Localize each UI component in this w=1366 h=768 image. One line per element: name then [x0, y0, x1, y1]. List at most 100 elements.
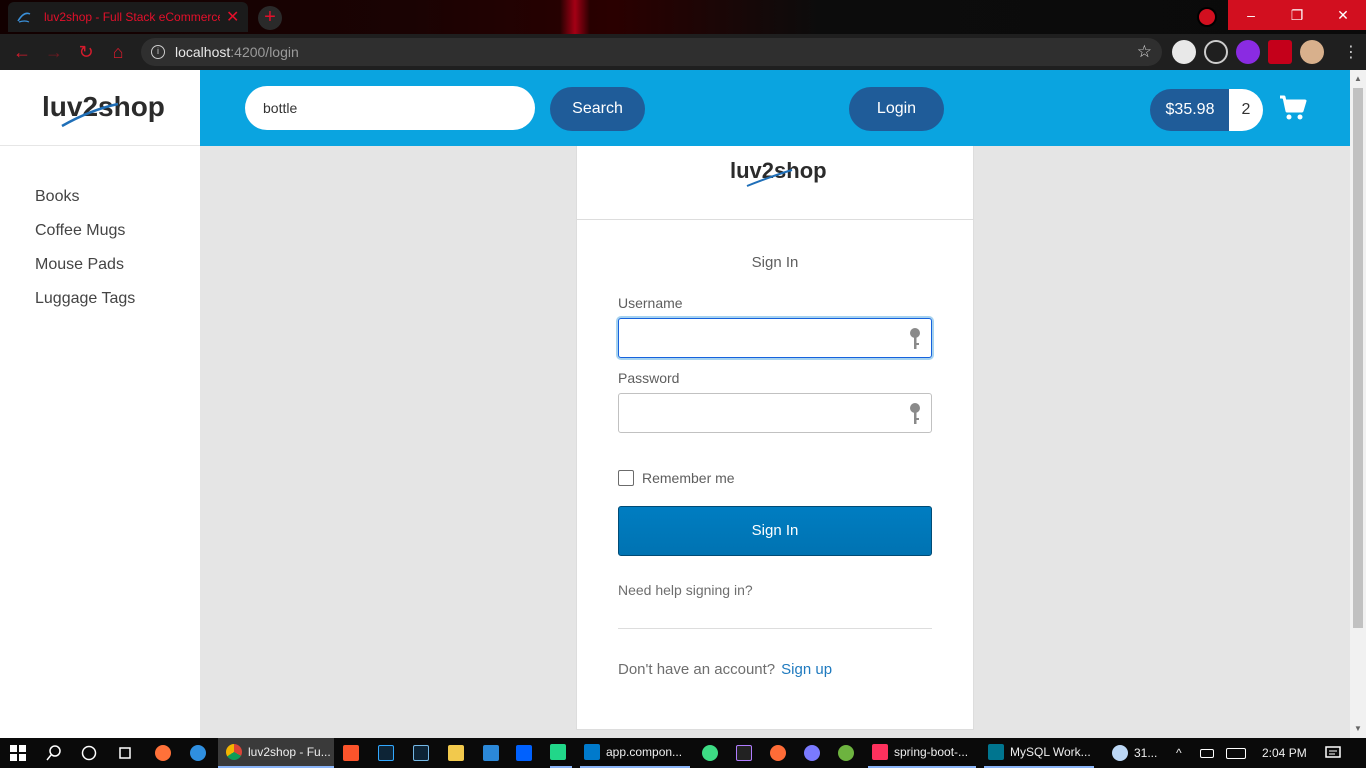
extension-doc-icon[interactable]: [1172, 40, 1196, 64]
username-label: Username: [618, 295, 683, 311]
login-logo-icon: luv2shop: [730, 158, 827, 187]
mysql-icon: [988, 744, 1004, 760]
cart-quantity[interactable]: 2: [1229, 89, 1263, 131]
postman-icon[interactable]: [770, 738, 792, 768]
url-path: :4200/login: [230, 44, 299, 60]
shopping-cart-icon[interactable]: [1279, 94, 1307, 122]
edge-icon[interactable]: [190, 738, 212, 768]
taskbar-mysql-label: MySQL Work...: [1010, 745, 1091, 759]
forward-icon[interactable]: →: [44, 42, 64, 62]
profile-avatar[interactable]: [1300, 40, 1324, 64]
key-icon: [910, 403, 920, 424]
taskbar-intellij[interactable]: spring-boot-...: [868, 738, 976, 768]
react-devtools-icon[interactable]: [1204, 40, 1228, 64]
sidebar-item-books[interactable]: Books: [35, 188, 135, 207]
scrollbar-thumb[interactable]: [1353, 88, 1363, 628]
new-tab-button[interactable]: +: [258, 6, 282, 30]
sign-in-button[interactable]: Sign In: [618, 506, 932, 556]
keyboard-icon[interactable]: [1226, 738, 1252, 768]
site-info-icon[interactable]: i: [151, 45, 165, 59]
task-view-icon[interactable]: [117, 738, 133, 768]
password-field[interactable]: [618, 393, 932, 433]
restore-button[interactable]: ❐: [1274, 0, 1320, 30]
help-signing-in-link[interactable]: Need help signing in?: [618, 582, 753, 598]
window-controls: – ❐ ✕: [1228, 0, 1366, 30]
extension-purple-icon[interactable]: [1236, 40, 1260, 64]
taskbar-vscode[interactable]: app.compon...: [580, 738, 690, 768]
dropbox-icon[interactable]: [516, 738, 538, 768]
username-field[interactable]: [618, 318, 932, 358]
clock[interactable]: 2:04 PM: [1262, 738, 1307, 768]
login-title: Sign In: [751, 254, 799, 271]
back-icon[interactable]: ←: [12, 42, 32, 62]
login-logo-text: luv2shop: [730, 158, 827, 183]
search-input[interactable]: [245, 86, 535, 130]
signup-row: Don't have an account? Sign up: [618, 661, 832, 678]
sidebar-item-coffee-mugs[interactable]: Coffee Mugs: [35, 222, 135, 241]
password-label: Password: [618, 370, 680, 386]
cortana-icon[interactable]: [81, 738, 97, 768]
tray-chevron-icon[interactable]: ^: [1176, 738, 1182, 768]
browser-menu-icon[interactable]: ⋮: [1343, 42, 1359, 62]
address-bar[interactable]: i localhost:4200/login ☆: [141, 38, 1162, 66]
key-icon: [910, 328, 920, 349]
taskbar-chrome[interactable]: luv2shop - Fu...: [218, 738, 334, 768]
reload-icon[interactable]: ↻: [76, 42, 96, 62]
lightroom-icon[interactable]: [413, 738, 435, 768]
battery-icon[interactable]: [1200, 738, 1220, 768]
firefox-icon[interactable]: [155, 738, 177, 768]
brand-logo[interactable]: luv2shop: [0, 70, 200, 146]
minimize-button[interactable]: –: [1228, 0, 1274, 30]
login-card: luv2shop Sign In Username Password Remem…: [576, 146, 974, 730]
terminal-icon[interactable]: [736, 738, 758, 768]
login-button[interactable]: Login: [849, 87, 944, 131]
remember-me-checkbox[interactable]: [618, 470, 634, 486]
window-close-button[interactable]: ✕: [1320, 0, 1366, 30]
sidebar: luv2shop Books Coffee Mugs Mouse Pads Lu…: [0, 70, 200, 738]
cloud-icon: [1112, 745, 1128, 761]
photoshop-icon[interactable]: [378, 738, 400, 768]
browser-toolbar: ← → ↻ ⌂ i localhost:4200/login ☆ ⋮: [0, 34, 1366, 70]
tab-close-icon[interactable]: ✕: [226, 7, 239, 27]
cart-total[interactable]: $35.98: [1150, 89, 1230, 131]
category-menu: Books Coffee Mugs Mouse Pads Luggage Tag…: [35, 188, 135, 324]
scroll-up-icon[interactable]: ▲: [1354, 74, 1362, 83]
page-scrollbar[interactable]: ▲ ▼: [1350, 70, 1366, 738]
intellij-icon: [872, 744, 888, 760]
remember-me-label[interactable]: Remember me: [642, 470, 735, 486]
search-icon[interactable]: [46, 738, 62, 768]
taskbar-intellij-label: spring-boot-...: [894, 745, 969, 759]
url-host: localhost: [175, 44, 231, 60]
windows-start-icon[interactable]: [10, 738, 26, 768]
login-card-header: luv2shop: [577, 146, 973, 220]
taskbar-vscode-label: app.compon...: [606, 745, 683, 759]
browser-tab-bar: luv2shop - Full Stack eCommerce ✕ + – ❐ …: [0, 0, 1366, 34]
weather-widget[interactable]: 31...: [1112, 738, 1157, 768]
bookmark-star-icon[interactable]: ☆: [1137, 42, 1152, 62]
chrome-icon: [226, 744, 242, 760]
app-layers-icon[interactable]: [804, 738, 826, 768]
scroll-down-icon[interactable]: ▼: [1354, 724, 1362, 733]
app-green-icon[interactable]: [702, 738, 724, 768]
sign-up-link[interactable]: Sign up: [781, 661, 832, 678]
pycharm-icon[interactable]: [550, 738, 572, 768]
sidebar-item-mouse-pads[interactable]: Mouse Pads: [35, 256, 135, 275]
spring-tools-icon[interactable]: [838, 738, 860, 768]
browser-tab[interactable]: luv2shop - Full Stack eCommerce ✕: [8, 2, 248, 32]
tab-title: luv2shop - Full Stack eCommerce: [44, 10, 220, 24]
home-icon[interactable]: ⌂: [108, 42, 128, 62]
puzzle-extension-icon[interactable]: [1268, 40, 1292, 64]
taskbar-mysql[interactable]: MySQL Work...: [984, 738, 1094, 768]
record-extension-icon[interactable]: [1197, 7, 1217, 27]
angular-favicon-icon: [17, 12, 31, 23]
luv2shop-logo-icon: luv2shop: [42, 91, 165, 128]
file-explorer-icon[interactable]: [448, 738, 470, 768]
mail-icon[interactable]: [483, 738, 505, 768]
windows-taskbar: luv2shop - Fu... app.compon... spring-bo…: [0, 738, 1366, 768]
brave-icon[interactable]: [343, 738, 365, 768]
sidebar-item-luggage-tags[interactable]: Luggage Tags: [35, 290, 135, 309]
top-header: Search Login $35.98 2: [200, 70, 1350, 146]
notifications-icon[interactable]: [1325, 738, 1341, 768]
weather-text: 31...: [1134, 746, 1158, 760]
search-button[interactable]: Search: [550, 87, 645, 131]
